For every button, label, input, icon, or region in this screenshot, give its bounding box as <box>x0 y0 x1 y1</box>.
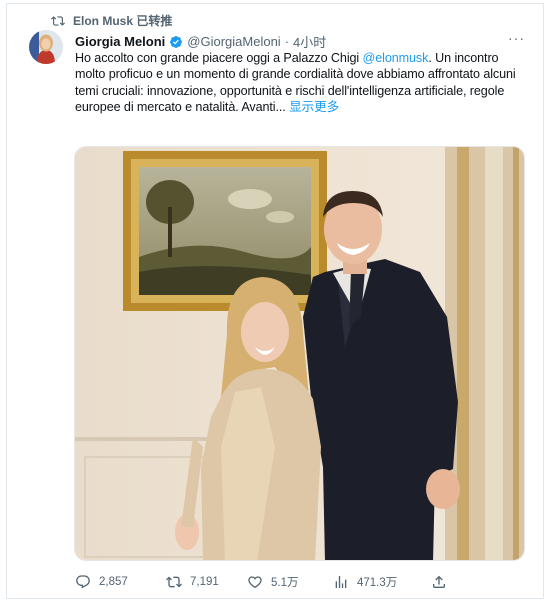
tweet-header: Giorgia Meloni @GiorgiaMeloni · 4小时 <box>75 32 326 51</box>
retweet-icon <box>166 576 182 588</box>
verified-badge-icon <box>170 35 183 48</box>
share-icon <box>433 575 445 588</box>
tweet-text-part: Ho accolto con grande piacere oggi a Pal… <box>75 51 363 65</box>
tweet-actions-bar: 2,857 7,191 5.1万 471.3万 <box>75 574 455 592</box>
author-avatar[interactable] <box>29 30 63 64</box>
views-button[interactable]: 471.3万 <box>333 574 397 590</box>
show-more-link[interactable]: 显示更多 <box>289 100 339 114</box>
tweet-text: Ho accolto con grande piacere oggi a Pal… <box>75 50 525 116</box>
retweet-button[interactable]: 7,191 <box>166 574 219 590</box>
like-count: 5.1万 <box>271 577 299 589</box>
retweet-icon <box>51 15 65 26</box>
like-button[interactable]: 5.1万 <box>247 574 299 590</box>
retweet-label[interactable]: Elon Musk 已转推 <box>73 12 172 29</box>
reply-icon <box>76 575 90 589</box>
mention-link[interactable]: @elonmusk <box>363 51 429 65</box>
retweet-count: 7,191 <box>190 576 219 588</box>
tweet-photo[interactable] <box>74 146 525 561</box>
separator-dot: · <box>284 34 290 49</box>
author-handle[interactable]: @GiorgiaMeloni <box>187 34 280 49</box>
reply-button[interactable]: 2,857 <box>75 574 128 590</box>
tweet-timestamp[interactable]: 4小时 <box>293 32 326 51</box>
views-count: 471.3万 <box>357 577 398 589</box>
tweet-card[interactable]: Elon Musk 已转推 Giorgia Meloni @GiorgiaMel… <box>6 3 544 599</box>
photo-illustration <box>75 147 524 560</box>
like-icon <box>248 576 262 589</box>
more-icon[interactable]: ··· <box>508 30 525 46</box>
share-button[interactable] <box>431 574 447 590</box>
author-name[interactable]: Giorgia Meloni <box>75 34 165 49</box>
retweet-indicator: Elon Musk 已转推 <box>51 12 172 29</box>
reply-count: 2,857 <box>99 576 128 588</box>
views-icon <box>335 576 347 588</box>
